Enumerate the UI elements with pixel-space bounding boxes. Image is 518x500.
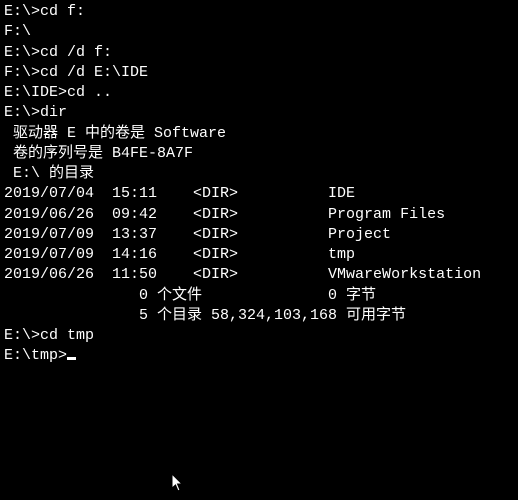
output-text: 2019/07/09 14:16 <DIR> tmp [4, 246, 355, 263]
text-cursor [67, 357, 76, 360]
terminal-line: F:\>cd /d E:\IDE [4, 63, 514, 83]
output-text: 5 个目录 58,324,103,168 可用字节 [4, 307, 406, 324]
prompt: F:\> [4, 64, 40, 81]
terminal-line: E:\IDE>cd .. [4, 83, 514, 103]
output-text: 2019/06/26 11:50 <DIR> VMwareWorkstation [4, 266, 481, 283]
output-text: 2019/06/26 09:42 <DIR> Program Files [4, 206, 445, 223]
output-text: 驱动器 E 中的卷是 Software [4, 125, 226, 142]
terminal-line: 2019/07/04 15:11 <DIR> IDE [4, 184, 514, 204]
prompt: E:\tmp> [4, 347, 67, 364]
cmd-terminal[interactable]: E:\>cd f:F:\E:\>cd /d f:F:\>cd /d E:\IDE… [0, 0, 518, 500]
output-text: 2019/07/09 13:37 <DIR> Project [4, 226, 391, 243]
terminal-line: 0 个文件 0 字节 [4, 286, 514, 306]
terminal-line: 驱动器 E 中的卷是 Software [4, 124, 514, 144]
terminal-line: 5 个目录 58,324,103,168 可用字节 [4, 306, 514, 326]
command-text: cd f: [40, 3, 85, 20]
command-text: dir [40, 104, 67, 121]
terminal-line: 2019/07/09 14:16 <DIR> tmp [4, 245, 514, 265]
terminal-line: E:\tmp> [4, 346, 514, 366]
terminal-line: E:\>cd f: [4, 2, 514, 22]
terminal-line: E:\>dir [4, 103, 514, 123]
prompt: E:\> [4, 3, 40, 20]
prompt: E:\> [4, 44, 40, 61]
command-text: cd /d E:\IDE [40, 64, 148, 81]
output-text: 卷的序列号是 B4FE-8A7F [4, 145, 193, 162]
command-text: cd /d f: [40, 44, 112, 61]
terminal-line: E:\>cd tmp [4, 326, 514, 346]
terminal-line: F:\ [4, 22, 514, 42]
prompt: E:\> [4, 104, 40, 121]
prompt: E:\IDE> [4, 84, 67, 101]
terminal-line: 2019/07/09 13:37 <DIR> Project [4, 225, 514, 245]
output-text: 2019/07/04 15:11 <DIR> IDE [4, 185, 355, 202]
terminal-line: 2019/06/26 09:42 <DIR> Program Files [4, 205, 514, 225]
output-text: F:\ [4, 23, 31, 40]
terminal-line: 2019/06/26 11:50 <DIR> VMwareWorkstation [4, 265, 514, 285]
terminal-line: E:\ 的目录 [4, 164, 514, 184]
prompt: E:\> [4, 327, 40, 344]
output-text: 0 个文件 0 字节 [4, 287, 376, 304]
terminal-line: 卷的序列号是 B4FE-8A7F [4, 144, 514, 164]
terminal-line: E:\>cd /d f: [4, 43, 514, 63]
output-text: E:\ 的目录 [4, 165, 94, 182]
command-text: cd tmp [40, 327, 94, 344]
command-text: cd .. [67, 84, 112, 101]
